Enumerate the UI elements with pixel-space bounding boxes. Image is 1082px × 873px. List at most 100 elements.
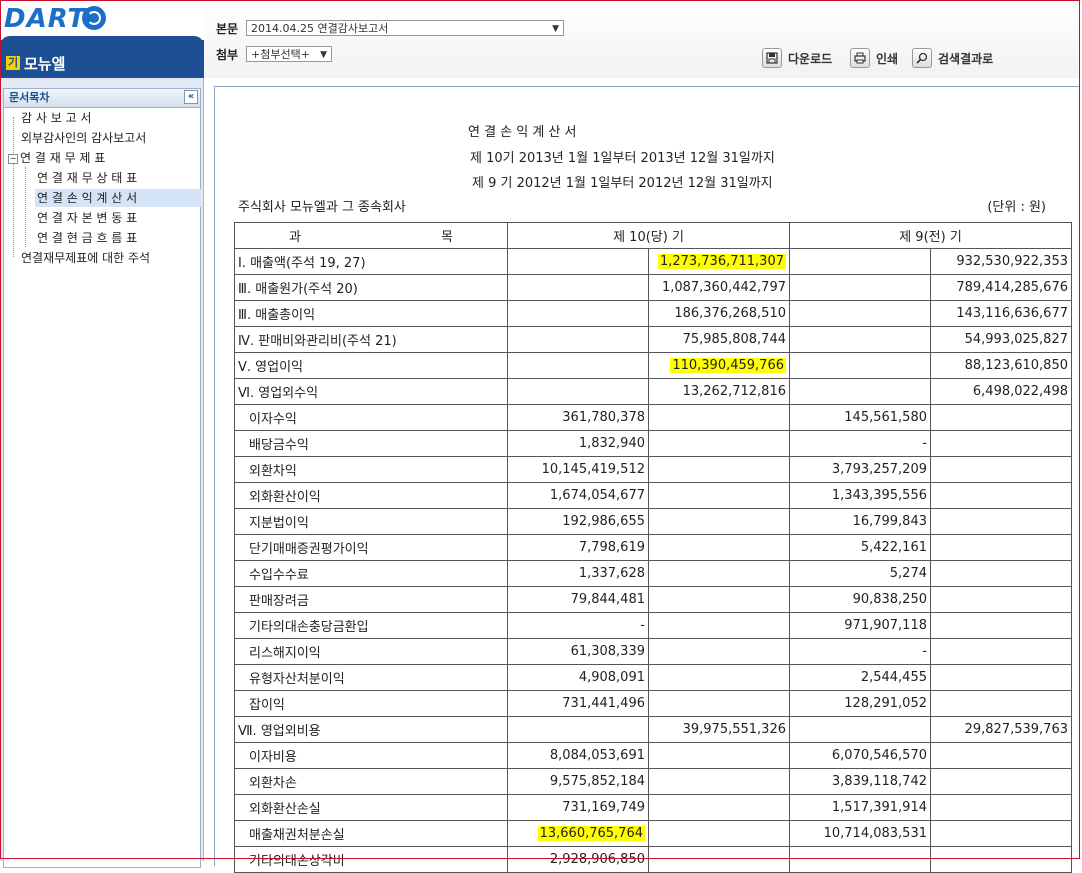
row-label: 외환차손 xyxy=(234,768,508,795)
sidebar: 문서목차 « 감 사 보 고 서 외부감사인의 감사보고서 − 연 결 재 무 제… xyxy=(0,78,204,868)
table-row: 판매장려금 79,844,481 90,838,250 xyxy=(234,586,1072,613)
current-total-value xyxy=(648,664,790,691)
current-detail-value-text: 8,084,053,691 xyxy=(549,748,645,763)
current-detail-value-text: 1,832,940 xyxy=(578,436,645,451)
prior-total-value xyxy=(930,794,1072,821)
current-total-value xyxy=(648,456,790,483)
main-doc-select[interactable]: 2014.04.25 연결감사보고서 ▼ xyxy=(246,20,564,36)
current-total-value: 39,975,551,326 xyxy=(648,716,790,743)
dart-logo[interactable]: DART xyxy=(4,4,86,34)
current-detail-value: 192,986,655 xyxy=(507,508,649,535)
toc-item-auditor-report[interactable]: 외부감사인의 감사보고서 xyxy=(21,129,146,147)
current-detail-value: 2,928,906,850 xyxy=(507,846,649,873)
current-total-value xyxy=(648,560,790,587)
current-detail-value-text: 192,986,655 xyxy=(562,514,645,529)
row-label: 단기매매증권평가이익 xyxy=(234,534,508,561)
toc-item-balance-sheet[interactable]: 연 결 재 무 상 태 표 xyxy=(37,169,137,187)
toc-item-income-statement[interactable]: 연 결 손 익 계 산 서 xyxy=(35,189,201,207)
attach-select[interactable]: +첨부선택+ ▼ xyxy=(246,46,332,62)
period-prior: 제 9 기 2012년 1월 1일부터 2012년 12월 31일까지 xyxy=(472,176,773,191)
table-row: Ⅲ. 매출총이익 186,376,268,510 143,116,636,677 xyxy=(234,300,1072,327)
prior-detail-value-text: - xyxy=(922,644,927,659)
company-badge: 기 xyxy=(6,56,20,70)
row-label: 매출채권처분손실 xyxy=(234,820,508,847)
prior-total-value-text: 789,414,285,676 xyxy=(956,280,1068,295)
prior-total-value-text: 54,993,025,827 xyxy=(964,332,1068,347)
prior-detail-value: 90,838,250 xyxy=(789,586,931,613)
current-detail-value-text: 13,660,765,764 xyxy=(537,826,645,841)
prior-total-value: 88,123,610,850 xyxy=(930,352,1072,379)
prior-total-value xyxy=(930,742,1072,769)
prior-total-value xyxy=(930,690,1072,717)
toc-item-label: 연 결 재 무 제 표 xyxy=(20,151,106,165)
prior-total-value xyxy=(930,664,1072,691)
current-total-value-text: 13,262,712,816 xyxy=(682,384,786,399)
current-detail-value: 1,832,940 xyxy=(507,430,649,457)
save-disk-icon xyxy=(762,48,782,68)
toc-panel: 문서목차 « 감 사 보 고 서 외부감사인의 감사보고서 − 연 결 재 무 제… xyxy=(3,88,201,868)
search-icon xyxy=(912,48,932,68)
row-label-text: 판매장려금 xyxy=(249,594,309,609)
current-detail-value xyxy=(507,352,649,379)
company-name: 모뉴엘 xyxy=(24,55,66,73)
printer-icon xyxy=(850,48,870,68)
row-label: Ⅰ. 매출액(주석 19, 27) xyxy=(234,248,508,275)
print-button[interactable]: 인쇄 xyxy=(850,47,898,69)
row-label-text: 기타의대손상각비 xyxy=(249,854,345,869)
prior-detail-value xyxy=(789,846,931,873)
toc-item-audit-report[interactable]: 감 사 보 고 서 xyxy=(21,109,91,127)
current-total-value: 1,273,736,711,307 xyxy=(648,248,790,275)
row-label: Ⅵ. 영업외수익 xyxy=(234,378,508,405)
search-results-button[interactable]: 검색결과로 xyxy=(912,47,993,69)
current-detail-value: 13,660,765,764 xyxy=(507,820,649,847)
table-row: Ⅶ. 영업외비용 39,975,551,326 29,827,539,763 xyxy=(234,716,1072,743)
collapse-icon[interactable]: « xyxy=(184,90,198,104)
current-total-value xyxy=(648,742,790,769)
prior-total-value xyxy=(930,768,1072,795)
prior-detail-value xyxy=(789,716,931,743)
prior-detail-value: 3,839,118,742 xyxy=(789,768,931,795)
toc-item-consolidated-fs[interactable]: − 연 결 재 무 제 표 xyxy=(8,149,105,167)
prior-detail-value: 3,793,257,209 xyxy=(789,456,931,483)
current-detail-value: 79,844,481 xyxy=(507,586,649,613)
row-label: Ⅳ. 판매비와관리비(주석 21) xyxy=(234,326,508,353)
row-label-text: Ⅵ. 영업외수익 xyxy=(238,386,319,401)
table-row: 유형자산처분이익 4,908,091 2,544,455 xyxy=(234,664,1072,691)
toc-item-equity-changes[interactable]: 연 결 자 본 변 동 표 xyxy=(37,209,137,227)
print-label: 인쇄 xyxy=(876,51,899,66)
row-label: 잡이익 xyxy=(234,690,508,717)
current-total-value-text: 1,087,360,442,797 xyxy=(661,280,786,295)
toc-item-cash-flow[interactable]: 연 결 현 금 흐 름 표 xyxy=(37,229,137,247)
table-row: 기타의대손상각비 2,928,906,850 xyxy=(234,846,1072,873)
main-doc-label: 본문 xyxy=(216,22,239,36)
toc-item-notes[interactable]: 연결재무제표에 대한 주석 xyxy=(21,249,150,267)
prior-detail-value-text: 1,343,395,556 xyxy=(831,488,927,503)
current-total-value-text: 110,390,459,766 xyxy=(670,358,786,373)
collapse-tree-icon[interactable]: − xyxy=(8,153,18,164)
current-detail-value: 1,337,628 xyxy=(507,560,649,587)
current-detail-value-text: 731,441,496 xyxy=(562,696,645,711)
row-label-text: 외화환산손실 xyxy=(249,802,321,817)
table-row: Ⅲ. 매출원가(주석 20) 1,087,360,442,797 789,414,2… xyxy=(234,274,1072,301)
current-detail-value: 1,674,054,677 xyxy=(507,482,649,509)
row-label-text: 유형자산처분이익 xyxy=(249,672,345,687)
prior-detail-value xyxy=(789,248,931,275)
search-results-label: 검색결과로 xyxy=(938,51,994,66)
current-detail-value xyxy=(507,274,649,301)
download-button[interactable]: 다운로드 xyxy=(762,47,832,69)
row-label: 외화환산손실 xyxy=(234,794,508,821)
row-label-text: 수입수수료 xyxy=(249,568,309,583)
current-total-value: 110,390,459,766 xyxy=(648,352,790,379)
current-total-value xyxy=(648,508,790,535)
prior-total-value xyxy=(930,508,1072,535)
row-label-text: 매출채권처분손실 xyxy=(249,828,345,843)
table-row: Ⅴ. 영업이익 110,390,459,766 88,123,610,850 xyxy=(234,352,1072,379)
row-label: 지분법이익 xyxy=(234,508,508,535)
current-total-value xyxy=(648,404,790,431)
current-detail-value: 731,169,749 xyxy=(507,794,649,821)
current-detail-value-text: - xyxy=(640,618,645,633)
current-total-value xyxy=(648,768,790,795)
current-detail-value: 7,798,619 xyxy=(507,534,649,561)
prior-detail-value-text: 3,793,257,209 xyxy=(831,462,927,477)
table-row: 외화환산손실 731,169,749 1,517,391,914 xyxy=(234,794,1072,821)
